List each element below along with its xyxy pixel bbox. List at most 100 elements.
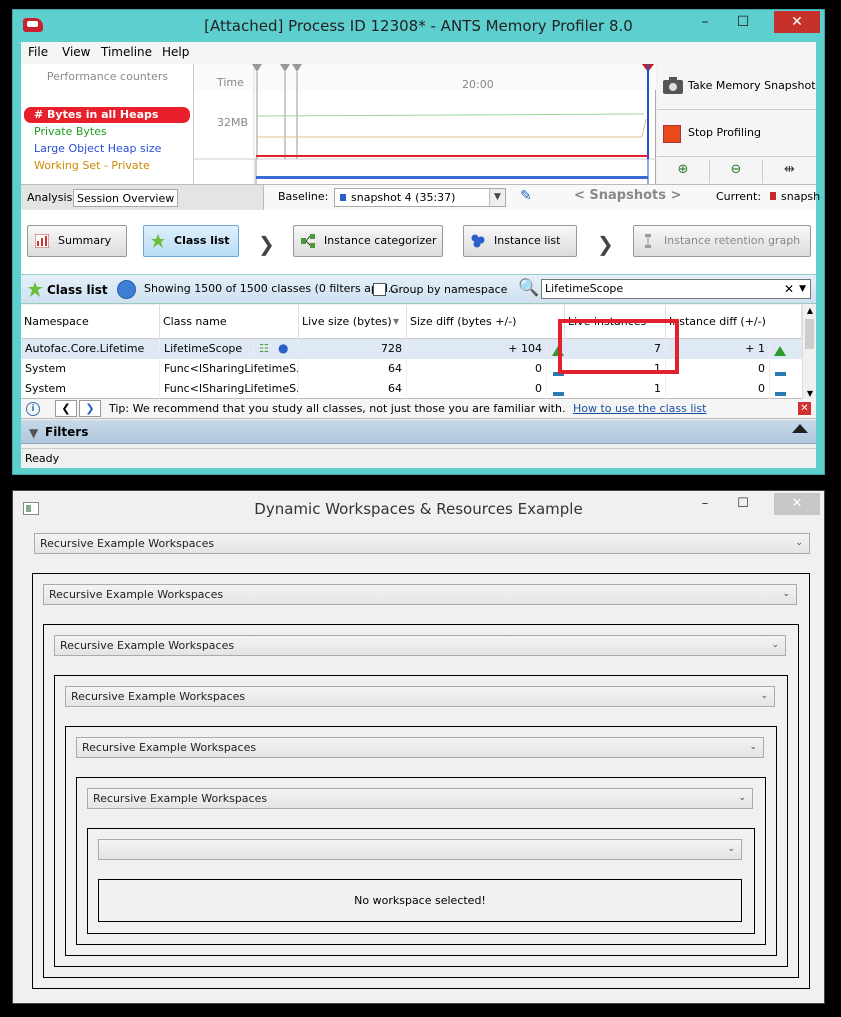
minimize-button[interactable]: – bbox=[690, 493, 720, 515]
cell-class-name: Func<ISharingLifetimeS... bbox=[160, 359, 299, 379]
counter-working-set-private[interactable]: Working Set - Private bbox=[24, 158, 190, 174]
minimize-button[interactable]: – bbox=[690, 11, 720, 33]
tab-session-overview[interactable]: Session Overview bbox=[73, 189, 179, 207]
clear-search-icon[interactable]: ✕ bbox=[784, 280, 794, 298]
collapse-up-icon[interactable] bbox=[792, 424, 808, 433]
column-live-size[interactable]: Live size (bytes) bbox=[299, 305, 407, 339]
cell-instance-diff: 0 bbox=[666, 359, 770, 379]
column-size-diff[interactable]: Size diff (bytes +/-) bbox=[407, 305, 565, 339]
categorizer-icon[interactable]: ☷ bbox=[259, 342, 269, 355]
scroll-up-icon[interactable]: ▲ bbox=[803, 306, 817, 315]
categorizer-icon bbox=[301, 234, 315, 248]
close-button[interactable]: ✕ bbox=[774, 11, 820, 33]
chevron-down-icon: ⌄ bbox=[782, 589, 790, 599]
maximize-button[interactable]: ☐ bbox=[728, 11, 758, 33]
scroll-down-icon[interactable]: ▼ bbox=[803, 389, 817, 398]
workspace-combo-value: Recursive Example Workspaces bbox=[82, 741, 257, 754]
summary-button[interactable]: Summary bbox=[27, 225, 127, 257]
tip-bar: i ❮ ❯ Tip: We recommend that you study a… bbox=[21, 399, 816, 419]
workspaces-window: Dynamic Workspaces & Resources Example –… bbox=[12, 490, 825, 1004]
counter-bytes-in-all-heaps[interactable]: # Bytes in all Heaps bbox=[24, 107, 190, 123]
summary-label: Summary bbox=[58, 234, 112, 247]
chevron-down-icon: ⌄ bbox=[738, 793, 746, 803]
instance-list-button[interactable]: Instance list bbox=[463, 225, 577, 257]
class-list-button[interactable]: Class list bbox=[143, 225, 239, 257]
column-instance-diff[interactable]: Instance diff (+/-) bbox=[666, 305, 802, 339]
zoom-in-icon[interactable]: ⊕ bbox=[657, 159, 710, 183]
counter-large-object-heap[interactable]: Large Object Heap size bbox=[24, 141, 190, 157]
profiler-titlebar[interactable]: [Attached] Process ID 12308* - ANTS Memo… bbox=[13, 10, 824, 42]
workspace-combo-7[interactable]: ⌄ bbox=[98, 839, 742, 860]
workspace-combo-5[interactable]: Recursive Example Workspaces ⌄ bbox=[76, 737, 764, 758]
cell-live-size: 64 bbox=[299, 379, 407, 399]
group-by-namespace-checkbox[interactable] bbox=[373, 283, 386, 296]
zoom-controls: ⊕ ⊖ ⇹ bbox=[657, 159, 816, 183]
class-search-input[interactable]: LifetimeScope ✕ ▼ bbox=[541, 279, 811, 299]
menu-file[interactable]: File bbox=[28, 45, 48, 59]
cell-namespace: System bbox=[21, 379, 160, 399]
menu-help[interactable]: Help bbox=[162, 45, 189, 59]
class-grid: Namespace Class name Live size (bytes) ▼… bbox=[21, 305, 816, 399]
group-by-namespace-label: Group by namespace bbox=[390, 283, 508, 296]
instance-categorizer-button[interactable]: Instance categorizer bbox=[293, 225, 443, 257]
baseline-label: Baseline: bbox=[278, 190, 329, 203]
grid-scrollbar[interactable]: ▲ ▼ bbox=[802, 305, 816, 399]
class-list-icon bbox=[151, 234, 165, 248]
workspace-combo-value: Recursive Example Workspaces bbox=[49, 588, 224, 601]
filters-panel-header[interactable]: ▼ Filters bbox=[21, 420, 816, 444]
table-row[interactable]: System Func<ISharingLifetimeS... 64 0 1 … bbox=[21, 359, 802, 379]
table-row[interactable]: Autofac.Core.Lifetime LifetimeScope ☷ ● … bbox=[21, 339, 802, 359]
workspace-combo-2[interactable]: Recursive Example Workspaces ⌄ bbox=[43, 584, 797, 605]
camera-icon bbox=[663, 77, 683, 94]
zoom-fit-icon[interactable]: ⇹ bbox=[763, 159, 816, 183]
cell-live-size: 728 bbox=[299, 339, 407, 359]
scroll-thumb[interactable] bbox=[805, 319, 814, 349]
column-class-name[interactable]: Class name bbox=[160, 305, 299, 339]
menu-timeline[interactable]: Timeline bbox=[101, 45, 152, 59]
instance-categorizer-label: Instance categorizer bbox=[324, 234, 437, 247]
instance-list-icon[interactable]: ● bbox=[278, 341, 288, 355]
zoom-out-icon[interactable]: ⊖ bbox=[710, 159, 763, 183]
tab-analysis[interactable]: Analysis bbox=[24, 189, 75, 207]
tip-previous-button[interactable]: ❮ bbox=[55, 400, 77, 417]
workspace-combo-4[interactable]: Recursive Example Workspaces ⌄ bbox=[65, 686, 775, 707]
chevron-down-icon[interactable]: ▼ bbox=[799, 280, 806, 298]
workspace-combo-value: Recursive Example Workspaces bbox=[60, 639, 235, 652]
column-namespace[interactable]: Namespace bbox=[21, 305, 160, 339]
maximize-button[interactable]: ☐ bbox=[728, 493, 758, 515]
close-tip-icon[interactable]: ✕ bbox=[798, 402, 811, 415]
stop-profiling-label: Stop Profiling bbox=[688, 126, 761, 139]
analysis-tabbar: Analysis Session Overview Baseline: snap… bbox=[21, 184, 820, 211]
search-icon: 🔍 bbox=[518, 278, 540, 298]
chevron-down-icon: ⌄ bbox=[760, 691, 768, 701]
counter-private-bytes[interactable]: Private Bytes bbox=[24, 124, 190, 140]
menu-bar: File View Timeline Help bbox=[21, 42, 816, 64]
cell-size-diff: 0 bbox=[407, 379, 547, 399]
workspace-combo-3[interactable]: Recursive Example Workspaces ⌄ bbox=[54, 635, 786, 656]
workspace-combo-6[interactable]: Recursive Example Workspaces ⌄ bbox=[87, 788, 753, 809]
workspace-combo-1[interactable]: Recursive Example Workspaces ⌄ bbox=[34, 533, 810, 554]
current-value[interactable]: snapsh bbox=[781, 190, 820, 203]
current-label: Current: bbox=[716, 190, 762, 203]
table-row[interactable]: System Func<ISharingLifetimeS... 64 0 1 … bbox=[21, 379, 802, 399]
tip-link[interactable]: How to use the class list bbox=[573, 402, 707, 415]
menu-view[interactable]: View bbox=[62, 45, 90, 59]
class-list-title: Class list bbox=[47, 283, 108, 297]
live-instances-highlight bbox=[558, 319, 679, 374]
chevron-down-icon: ⌄ bbox=[795, 538, 803, 548]
baseline-dropdown[interactable]: snapshot 4 (35:37) ▼ bbox=[334, 188, 506, 207]
sort-descending-icon: ▼ bbox=[393, 317, 400, 326]
stop-profiling-button[interactable]: Stop Profiling bbox=[657, 111, 816, 157]
instance-retention-graph-button[interactable]: Instance retention graph bbox=[633, 225, 811, 257]
timeline-graph[interactable]: Time 20:00 32MB bbox=[194, 64, 656, 184]
no-workspace-message: No workspace selected! bbox=[98, 879, 742, 922]
tip-next-button[interactable]: ❯ bbox=[79, 400, 101, 417]
cell-live-instances: 1 bbox=[565, 379, 666, 399]
close-button[interactable]: ✕ bbox=[774, 493, 820, 515]
pencil-icon[interactable]: ✎ bbox=[520, 188, 532, 204]
status-circle-icon bbox=[117, 280, 136, 299]
take-memory-snapshot-button[interactable]: Take Memory Snapshot bbox=[657, 64, 816, 110]
instance-list-icon bbox=[471, 234, 485, 248]
snapshots-nav[interactable]: < Snapshots > bbox=[574, 188, 681, 203]
cell-class-name: LifetimeScope bbox=[160, 339, 254, 359]
